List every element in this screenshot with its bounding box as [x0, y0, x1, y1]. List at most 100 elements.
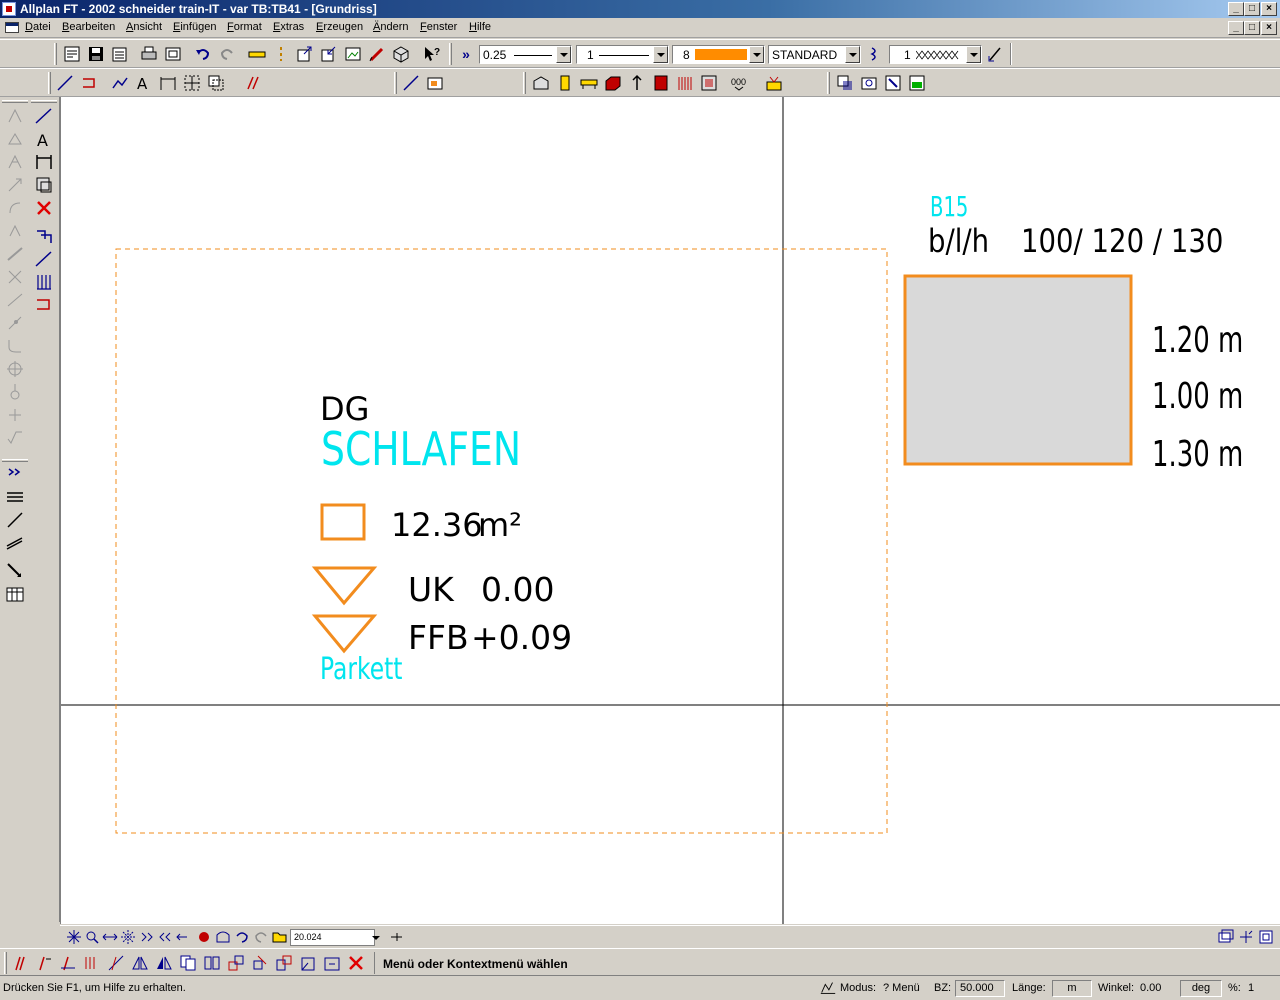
copy-element-icon[interactable]	[206, 73, 226, 93]
more-tools-icon[interactable]: »	[456, 44, 476, 64]
edit-line-icon[interactable]	[106, 953, 126, 973]
toolbar-grip-5[interactable]	[523, 72, 526, 94]
maximize-button[interactable]: □	[1244, 2, 1260, 16]
doc-close-button[interactable]: ×	[1261, 21, 1277, 35]
more-left-icon[interactable]	[4, 461, 26, 483]
hatch-side-icon[interactable]	[33, 271, 55, 293]
print-icon[interactable]	[139, 44, 159, 64]
mirror-icon[interactable]	[4, 220, 26, 242]
left-grip-3[interactable]	[31, 100, 57, 103]
zoom-all-icon[interactable]	[64, 927, 84, 947]
line-draw-icon[interactable]	[4, 509, 26, 531]
wall-outline-icon[interactable]	[79, 73, 99, 93]
measure-icon[interactable]	[247, 44, 267, 64]
stretch-icon[interactable]	[4, 243, 26, 265]
drawing-canvas[interactable]: DG SCHLAFEN 12.36 m² UK 0.00 FFB +0.09 P…	[60, 97, 1280, 924]
line-type-select[interactable]: 1	[576, 45, 669, 64]
pen-edit-icon[interactable]	[367, 44, 387, 64]
beam-icon[interactable]	[579, 73, 599, 93]
hatch-select[interactable]: 1	[889, 45, 982, 64]
macro-icon[interactable]: 000	[729, 73, 749, 93]
line-thickness-icon[interactable]	[4, 486, 26, 508]
modify-dim-icon[interactable]	[58, 953, 78, 973]
zoom-window-icon[interactable]	[82, 927, 102, 947]
length-unit[interactable]: m	[1052, 980, 1092, 997]
redo-icon[interactable]	[217, 44, 237, 64]
layer-view-icon[interactable]	[859, 73, 879, 93]
extend-icon[interactable]	[4, 312, 26, 334]
copy-array-icon[interactable]	[202, 953, 222, 973]
undo-icon[interactable]	[193, 44, 213, 64]
zoom-out-icon[interactable]	[156, 927, 176, 947]
stop-render-icon[interactable]	[194, 927, 214, 947]
image-insert-icon[interactable]	[425, 73, 445, 93]
menu-ansicht[interactable]: Ansicht	[126, 21, 162, 33]
room-icon[interactable]	[764, 73, 784, 93]
new-project-icon[interactable]	[62, 44, 82, 64]
text-icon[interactable]: A	[134, 73, 154, 93]
stair-icon[interactable]	[675, 73, 695, 93]
slab-icon[interactable]	[603, 73, 623, 93]
select-3-icon[interactable]	[4, 151, 26, 173]
toolbar-grip-2[interactable]	[449, 43, 452, 65]
stretch-tool-icon[interactable]	[322, 953, 342, 973]
column-icon[interactable]	[555, 73, 575, 93]
delete-tool-icon[interactable]	[346, 953, 366, 973]
menu-bearbeiten[interactable]: Bearbeiten	[62, 21, 115, 33]
zoom-in-icon[interactable]	[138, 927, 158, 947]
table-icon[interactable]	[4, 583, 26, 605]
window-cascade-icon[interactable]	[1216, 927, 1236, 947]
minimize-button[interactable]: _	[1228, 2, 1244, 16]
format-brush-icon[interactable]	[985, 44, 1005, 64]
toolbar-grip-6[interactable]	[827, 72, 830, 94]
snap-point-icon[interactable]	[4, 358, 26, 380]
redo-view-icon[interactable]	[251, 927, 271, 947]
chevron-down-icon[interactable]	[749, 46, 764, 63]
crosshair-nav-icon[interactable]	[1236, 927, 1256, 947]
select-arrow-icon[interactable]	[4, 560, 26, 582]
line-icon[interactable]	[55, 73, 75, 93]
mirror-tool-icon[interactable]	[130, 953, 150, 973]
image-icon[interactable]	[343, 44, 363, 64]
double-line-icon[interactable]	[4, 532, 26, 554]
text-side-icon[interactable]: A	[33, 128, 55, 150]
fill-layer-icon[interactable]	[835, 73, 855, 93]
pin-icon[interactable]	[386, 927, 406, 947]
pan-icon[interactable]	[100, 927, 120, 947]
select-2-icon[interactable]	[4, 128, 26, 150]
frame-icon[interactable]	[1256, 927, 1276, 947]
line-side-2-icon[interactable]	[33, 248, 55, 270]
door-icon[interactable]	[651, 73, 671, 93]
scale-tool-icon[interactable]	[274, 953, 294, 973]
distort-icon[interactable]	[298, 953, 318, 973]
app-icon[interactable]	[2, 2, 16, 16]
grid-edit-icon[interactable]	[182, 73, 202, 93]
snap-icon[interactable]	[271, 44, 291, 64]
layer-select-icon[interactable]	[883, 73, 903, 93]
previous-view-icon[interactable]	[174, 927, 194, 947]
line-2-icon[interactable]	[401, 73, 421, 93]
polyline-icon[interactable]	[110, 73, 130, 93]
document-icon[interactable]	[5, 22, 19, 33]
close-button[interactable]: ×	[1261, 2, 1277, 16]
bottom-grip[interactable]	[4, 952, 7, 974]
chevron-down-icon[interactable]	[966, 46, 981, 63]
height-icon[interactable]	[627, 73, 647, 93]
3d-view-icon[interactable]	[391, 44, 411, 64]
layer-select[interactable]: STANDARD	[768, 45, 861, 64]
doc-minimize-button[interactable]: _	[1228, 21, 1244, 35]
menu-format[interactable]: Format	[227, 21, 262, 33]
pen-thickness-select[interactable]: 0.25	[479, 45, 572, 64]
copy-tool-icon[interactable]	[178, 953, 198, 973]
line-side-icon[interactable]	[33, 105, 55, 127]
move-side-icon[interactable]	[33, 225, 55, 247]
crosshair-icon[interactable]	[4, 404, 26, 426]
point-icon[interactable]	[4, 381, 26, 403]
rotate-icon[interactable]	[4, 197, 26, 219]
toolbar-grip[interactable]	[54, 43, 57, 65]
delete-gray-icon[interactable]	[4, 266, 26, 288]
doc-restore-button[interactable]: □	[1244, 21, 1260, 35]
import-icon[interactable]	[319, 44, 339, 64]
layer-settings-icon[interactable]	[865, 44, 885, 64]
open-view-icon[interactable]	[270, 927, 290, 947]
